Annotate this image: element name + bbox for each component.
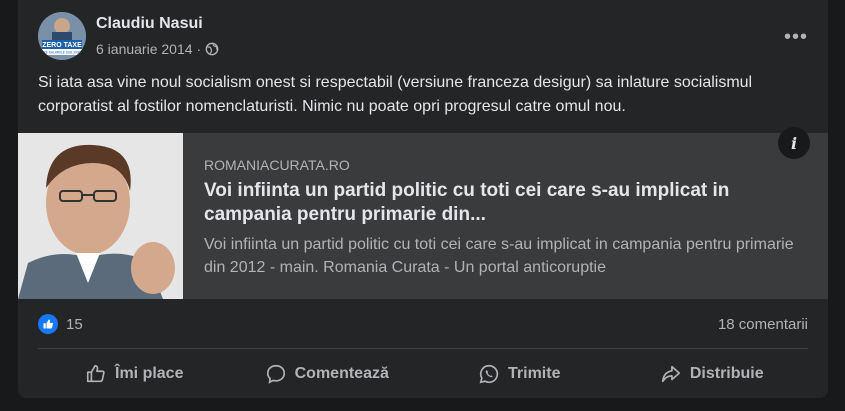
- meta-separator: ·: [196, 41, 202, 57]
- link-domain: ROMANIACURATA.RO: [204, 157, 350, 173]
- link-description: Voi infiinta un partid politic cu toti c…: [204, 236, 794, 276]
- share-button-label: Distribuie: [689, 365, 764, 382]
- post-text: Si iata asa vine noul socialism onest si…: [38, 74, 753, 115]
- author-name[interactable]: Claudiu Nasui: [96, 15, 203, 33]
- post-meta: 6 ianuarie 2014 ·: [96, 41, 219, 57]
- share-icon: [661, 365, 680, 383]
- action-bar: Îmi place Comentează Trimite Distribuie: [38, 352, 808, 396]
- comment-count[interactable]: 18 comentarii: [718, 316, 808, 333]
- info-icon[interactable]: i: [778, 127, 810, 159]
- reactions-bar: 15 18 comentarii: [38, 313, 808, 337]
- send-button-label: Trimite: [508, 365, 561, 382]
- avatar-image: ZERO TAXE PE SALARIILE SUB 3000: [38, 12, 86, 60]
- link-info: ROMANIACURATA.RO Voi infiinta un partid …: [204, 157, 804, 279]
- avatar-banner-text: ZERO TAXE: [42, 42, 82, 49]
- link-title[interactable]: Voi infiinta un partid politic cu toti c…: [204, 179, 804, 227]
- comment-icon: [266, 364, 285, 384]
- like-reaction-icon[interactable]: [38, 314, 58, 334]
- post-header: ZERO TAXE PE SALARIILE SUB 3000 Claudiu …: [38, 12, 808, 62]
- comment-button[interactable]: Comentează: [231, 352, 424, 396]
- comment-button-label: Comentează: [294, 365, 389, 382]
- like-button[interactable]: Îmi place: [38, 352, 231, 396]
- like-count[interactable]: 15: [66, 316, 83, 333]
- link-preview[interactable]: ROMANIACURATA.RO Voi infiinta un partid …: [18, 127, 828, 299]
- more-options-icon[interactable]: •••: [784, 26, 808, 49]
- avatar-banner-subtext: PE SALARIILE SUB 3000: [44, 51, 81, 55]
- send-button[interactable]: Trimite: [423, 352, 616, 396]
- divider: [38, 348, 808, 349]
- globe-icon: [205, 42, 219, 56]
- share-button[interactable]: Distribuie: [616, 352, 809, 396]
- avatar[interactable]: ZERO TAXE PE SALARIILE SUB 3000: [38, 12, 86, 60]
- post-date[interactable]: 6 ianuarie 2014: [96, 41, 193, 57]
- post-card: ZERO TAXE PE SALARIILE SUB 3000 Claudiu …: [18, 0, 828, 398]
- link-thumbnail: [18, 133, 183, 299]
- thumbs-up-icon: [86, 364, 105, 383]
- whatsapp-icon: [479, 364, 499, 384]
- like-button-label: Îmi place: [115, 365, 184, 382]
